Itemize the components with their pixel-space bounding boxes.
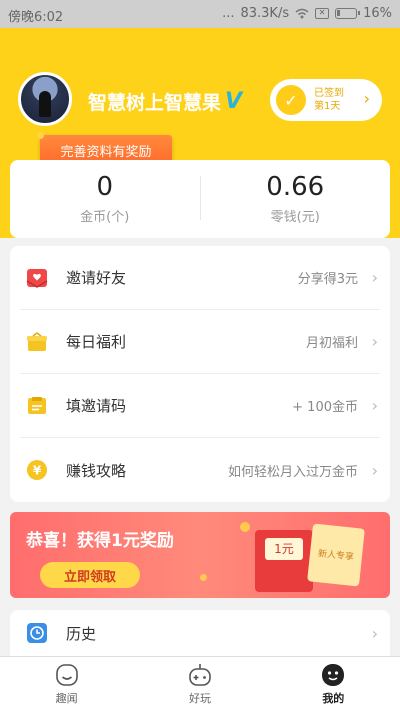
gamepad-icon — [189, 663, 211, 686]
history-label: 历史 — [66, 624, 97, 643]
check-icon: ✓ — [276, 85, 306, 115]
menu-label: 每日福利 — [66, 333, 127, 351]
menu-value: 分享得3元 — [297, 272, 358, 287]
signin-text: 已签到 第1天 — [314, 87, 344, 113]
network-speed: 83.3K/s — [240, 6, 290, 21]
tab-label: 好玩 — [188, 691, 211, 705]
chevron-right-icon: › — [371, 460, 378, 480]
tab-mine[interactable]: 我的 — [267, 657, 400, 710]
tab-news[interactable]: 趣闻 — [0, 657, 133, 710]
username[interactable]: 智慧树上智慧果 V — [88, 88, 242, 115]
status-bar: 傍晚6:02 ... 83.3K/s ✕ 16% — [0, 0, 400, 28]
menu-item-invite-code[interactable]: 填邀请码 + 100金币 › — [20, 374, 380, 438]
coins-value: 0 — [96, 172, 114, 202]
wifi-icon — [295, 8, 309, 19]
menu-item-invite[interactable]: 邀请好友 分享得3元 › — [20, 246, 380, 310]
coin-icon — [200, 574, 207, 581]
badge-dot-icon — [37, 132, 44, 139]
chevron-right-icon: › — [371, 268, 378, 287]
tab-fun[interactable]: 好玩 — [133, 657, 266, 710]
smile-face-icon — [55, 663, 78, 686]
signin-days: 第1天 — [314, 101, 341, 112]
invite-code-icon — [28, 396, 46, 414]
chevron-right-icon: › — [371, 623, 378, 643]
profile-face-icon — [322, 663, 345, 686]
signin-button[interactable]: ✓ 已签到 第1天 › — [270, 79, 382, 121]
banner-title: 恭喜！获得1元奖励 — [26, 531, 174, 551]
menu-item-history[interactable]: 历史 › — [10, 610, 390, 656]
battery-percent: 16% — [363, 6, 392, 21]
avatar[interactable] — [18, 72, 72, 126]
cash-label: 零钱(元) — [270, 210, 320, 225]
invite-envelope-icon — [26, 268, 48, 288]
menu-item-daily-welfare[interactable]: 每日福利 月初福利 › — [20, 310, 380, 374]
tab-label: 我的 — [322, 691, 345, 705]
reward-badge-text: 完善资料有奖励 — [60, 144, 152, 160]
menu-list: 邀请好友 分享得3元 › 每日福利 月初福利 › 填邀请码 + 100金币 › … — [10, 246, 390, 502]
menu-label: 邀请好友 — [66, 269, 127, 287]
coupon-label: 1元 — [265, 538, 303, 560]
stat-coins[interactable]: 0 金币(个) — [10, 160, 200, 238]
claim-now-button[interactable]: 立即领取 — [40, 562, 140, 588]
chevron-right-icon: › — [371, 332, 378, 351]
battery-level — [337, 10, 341, 16]
menu-value: 月初福利 — [305, 336, 358, 351]
stat-cash[interactable]: 0.66 零钱(元) — [201, 160, 391, 238]
vip-icon: V — [225, 89, 243, 114]
clock-icon — [27, 623, 47, 643]
menu-label: 填邀请码 — [66, 397, 127, 415]
sim-icon: ✕ — [315, 8, 330, 19]
signin-status: 已签到 — [314, 88, 344, 99]
coin-icon — [240, 522, 250, 532]
reward-banner[interactable]: 恭喜！获得1元奖励 立即领取 1元 新人专享 — [10, 512, 390, 598]
chevron-right-icon: › — [371, 396, 378, 415]
avatar-figure — [39, 91, 51, 117]
coins-label: 金币(个) — [80, 210, 130, 225]
status-right: ... 83.3K/s ✕ 16% — [222, 6, 392, 21]
status-time: 傍晚6:02 — [8, 10, 64, 25]
gift-box-icon — [27, 331, 47, 351]
chevron-right-icon: › — [363, 89, 370, 108]
battery-icon — [335, 8, 361, 19]
wallet-stats: 0 金币(个) 0.66 零钱(元) — [10, 160, 390, 238]
yen-coin-icon: ¥ — [27, 460, 47, 480]
cash-value: 0.66 — [266, 172, 325, 202]
tab-label: 趣闻 — [55, 691, 78, 705]
menu-value: + 100金币 — [292, 400, 358, 415]
menu-value: 如何轻松月入过万金币 — [227, 464, 358, 480]
menu-item-earning-guide[interactable]: ¥ 赚钱攻略 如何轻松月入过万金币 › — [20, 438, 380, 502]
menu-label: 赚钱攻略 — [66, 461, 127, 480]
svg-text:¥: ¥ — [33, 464, 42, 478]
username-text: 智慧树上智慧果 — [88, 92, 222, 114]
bottom-tab-bar: 趣闻 好玩 我的 — [0, 656, 400, 710]
newcomer-card: 新人专享 — [307, 523, 365, 587]
status-dots: ... — [222, 6, 235, 21]
